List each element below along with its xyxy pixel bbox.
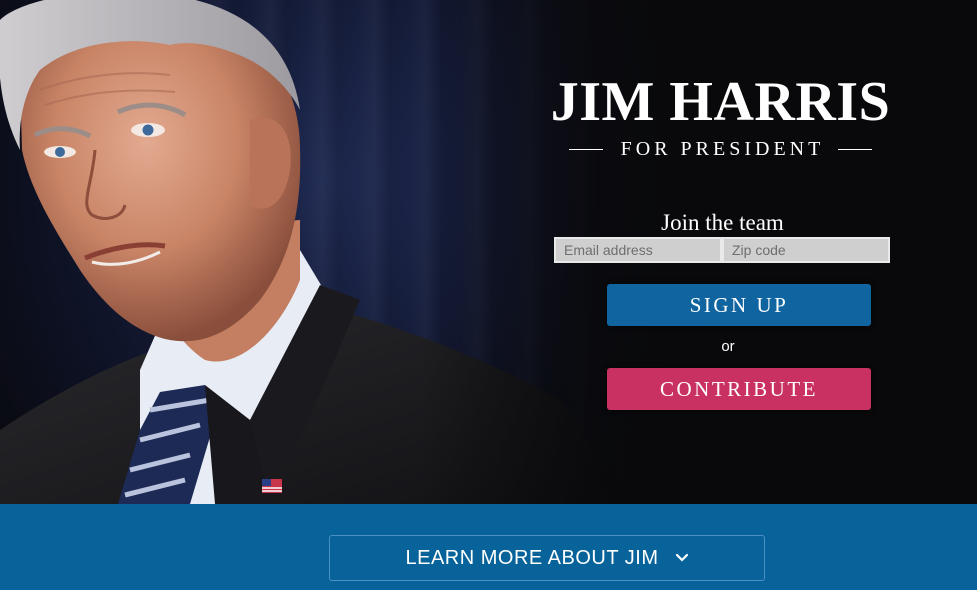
or-separator: or (721, 338, 735, 355)
learn-more-button[interactable]: LEARN MORE ABOUT JIM (329, 535, 765, 581)
hero-section: JIM HARRIS FOR PRESIDENT Join the team S… (0, 0, 977, 504)
signup-button[interactable]: SIGN UP (607, 284, 871, 326)
subtitle-row: FOR PRESIDENT (548, 138, 893, 161)
subtitle-rule-right (838, 149, 873, 150)
campaign-title-block: JIM HARRIS FOR PRESIDENT (548, 70, 893, 161)
candidate-name-title: JIM HARRIS (550, 71, 891, 133)
contribute-button[interactable]: CONTRIBUTE (607, 368, 871, 410)
campaign-subtitle: FOR PRESIDENT (620, 138, 825, 160)
learn-more-label: LEARN MORE ABOUT JIM (405, 546, 659, 569)
email-input[interactable] (554, 237, 722, 263)
join-heading: Join the team (661, 210, 784, 235)
zip-input[interactable] (722, 237, 890, 263)
subtitle-rule-left (568, 149, 603, 150)
learn-more-bar: LEARN MORE ABOUT JIM (0, 504, 977, 590)
signup-fields (554, 237, 890, 263)
chevron-down-icon (675, 553, 688, 562)
